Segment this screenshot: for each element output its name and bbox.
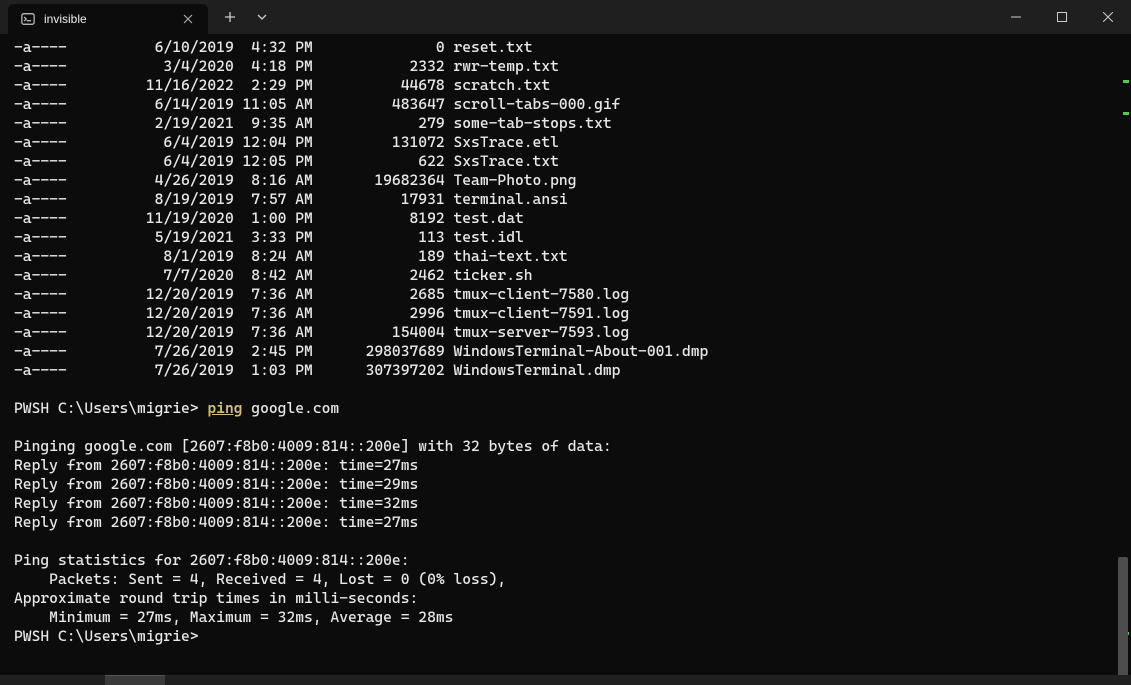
terminal-icon [20,11,36,27]
scroll-mark [1123,112,1129,115]
scrollbar-thumb[interactable] [1118,557,1128,685]
ping-reply: Reply from 2607:f8b0:4009:814::200e: tim… [14,494,418,512]
listing-row: -a---- 7/26/2019 2:45 PM 298037689 Windo… [14,342,708,360]
tab-dropdown-button[interactable] [246,2,278,32]
prompt-line: PWSH C:\Users\migrie> ping google.com [14,399,339,417]
listing-row: -a---- 7/26/2019 1:03 PM 307397202 Windo… [14,361,620,379]
terminal-window: invisible -a---- [0,0,1131,685]
maximize-button[interactable] [1039,0,1085,34]
tab-actions [208,0,278,34]
minimize-button[interactable] [993,0,1039,34]
listing-row: -a---- 11/16/2022 2:29 PM 44678 scratch.… [14,76,550,94]
ping-rtt: Minimum = 27ms, Maximum = 32ms, Average … [14,608,453,626]
listing-row: -a---- 6/4/2019 12:05 PM 622 SxsTrace.tx… [14,152,559,170]
scroll-mark [1123,80,1129,83]
listing-row: -a---- 6/14/2019 11:05 AM 483647 scroll-… [14,95,620,113]
ping-reply: Reply from 2607:f8b0:4009:814::200e: tim… [14,513,418,531]
tab-active[interactable]: invisible [8,4,208,34]
listing-row: -a---- 8/1/2019 8:24 AM 189 thai-text.tx… [14,247,568,265]
scrollbar-track[interactable] [1117,72,1129,675]
command-ping: ping [207,399,242,417]
ping-reply: Reply from 2607:f8b0:4009:814::200e: tim… [14,475,418,493]
ping-reply: Reply from 2607:f8b0:4009:814::200e: tim… [14,456,418,474]
terminal-area[interactable]: -a---- 6/10/2019 4:32 PM 0 reset.txt -a-… [0,34,1131,685]
titlebar: invisible [0,0,1131,34]
prompt-line: PWSH C:\Users\migrie> [14,627,199,645]
listing-row: -a---- 12/20/2019 7:36 AM 2996 tmux-clie… [14,304,629,322]
listing-row: -a---- 8/19/2019 7:57 AM 17931 terminal.… [14,190,568,208]
terminal-output[interactable]: -a---- 6/10/2019 4:32 PM 0 reset.txt -a-… [0,34,1131,685]
listing-row: -a---- 3/4/2020 4:18 PM 2332 rwr-temp.tx… [14,57,559,75]
ping-packets: Packets: Sent = 4, Received = 4, Lost = … [14,570,506,588]
listing-row: -a---- 12/20/2019 7:36 AM 2685 tmux-clie… [14,285,629,303]
ping-rtt-header: Approximate round trip times in milli-se… [14,589,418,607]
listing-row: -a---- 7/7/2020 8:42 AM 2462 ticker.sh [14,266,533,284]
listing-row: -a---- 12/20/2019 7:36 AM 154004 tmux-se… [14,323,629,341]
tab-close-button[interactable] [180,11,196,27]
tab-title: invisible [44,12,172,26]
taskbar [0,675,1131,685]
window-controls [993,0,1131,34]
ping-header: Pinging google.com [2607:f8b0:4009:814::… [14,437,612,455]
listing-row: -a---- 2/19/2021 9:35 AM 279 some-tab-st… [14,114,612,132]
taskbar-item[interactable] [105,675,165,685]
new-tab-button[interactable] [214,2,246,32]
listing-row: -a---- 5/19/2021 3:33 PM 113 test.idl [14,228,524,246]
ping-stats-header: Ping statistics for 2607:f8b0:4009:814::… [14,551,410,569]
listing-row: -a---- 6/4/2019 12:04 PM 131072 SxsTrace… [14,133,559,151]
close-button[interactable] [1085,0,1131,34]
listing-row: -a---- 6/10/2019 4:32 PM 0 reset.txt [14,38,533,56]
listing-row: -a---- 11/19/2020 1:00 PM 8192 test.dat [14,209,524,227]
listing-row: -a---- 4/26/2019 8:16 AM 19682364 Team-P… [14,171,577,189]
